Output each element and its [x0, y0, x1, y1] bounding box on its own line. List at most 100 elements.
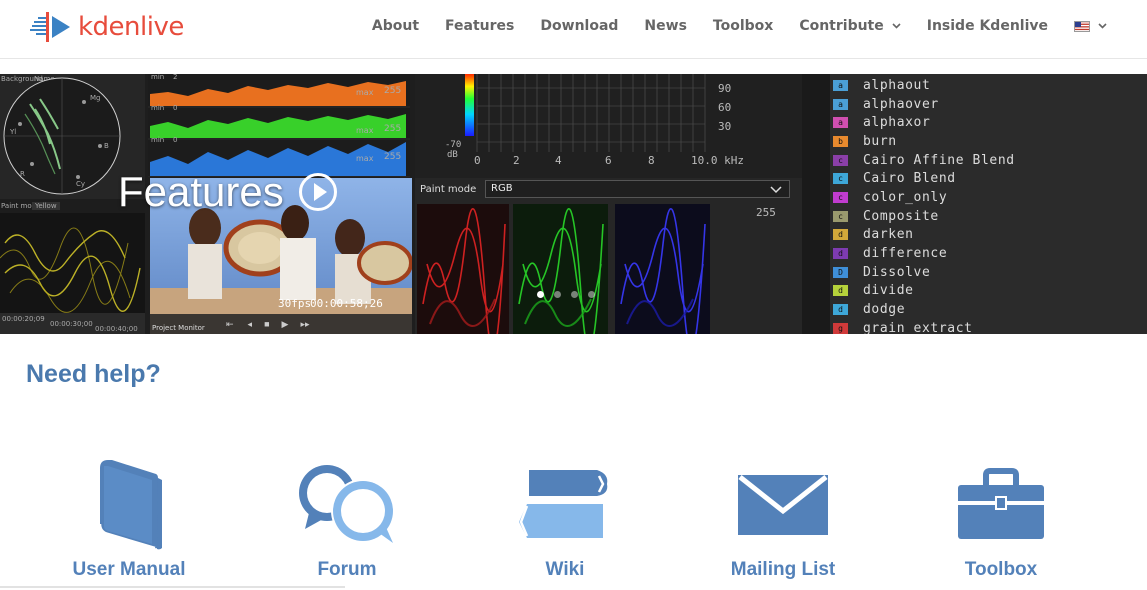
slider-dot-4[interactable]: [588, 291, 595, 298]
list-item[interactable]: d dodge: [830, 300, 1147, 319]
histogram-max-value-2: 255: [384, 124, 402, 134]
help-mailing-list-label: Mailing List: [730, 559, 836, 580]
list-item[interactable]: c Cairo Blend: [830, 169, 1147, 188]
vectorscope-cy-label: Cy: [76, 180, 86, 188]
slider-dot-3[interactable]: [571, 291, 578, 298]
list-item[interactable]: b burn: [830, 132, 1147, 151]
main-nav: About Features Download News Toolbox Con…: [346, 0, 1107, 52]
waveform-graph: [0, 213, 145, 313]
blend-badge: b: [833, 135, 848, 147]
list-item[interactable]: a alphaover: [830, 95, 1147, 114]
kdenlive-logo-icon: [30, 12, 70, 42]
help-section-title: Need help?: [26, 360, 161, 388]
nav-toolbox[interactable]: Toolbox: [713, 18, 773, 34]
blend-badge: g: [833, 322, 848, 334]
blend-name: Cairo Affine Blend: [863, 152, 1015, 168]
chat-bubbles-icon: [299, 465, 395, 543]
timeline-ruler: 00:00:20;09 00:00:30;00 00:00:40;00: [0, 313, 145, 334]
nav-contribute[interactable]: Contribute: [799, 18, 901, 34]
blend-name: darken: [863, 227, 914, 243]
list-item[interactable]: a alphaxor: [830, 113, 1147, 132]
nav-toolbox-label: Toolbox: [712, 18, 774, 34]
nav-news-label: News: [644, 18, 687, 34]
histogram-max-value: 255: [384, 86, 402, 96]
vectorscope-r-label: R: [20, 170, 25, 178]
rewind-icon[interactable]: ⇤: [226, 319, 234, 330]
nav-news[interactable]: News: [644, 18, 686, 34]
previous-frame-icon[interactable]: ◂: [248, 319, 253, 330]
histogram-min-label: min: [151, 74, 165, 81]
hero-features-link[interactable]: Features: [118, 168, 338, 216]
forward-icon[interactable]: ▸▸: [300, 319, 309, 330]
timecode-2: 00:00:30;00: [50, 320, 93, 328]
blend-name: divide: [863, 283, 914, 299]
nav-features[interactable]: Features: [445, 18, 514, 34]
blend-badge: a: [833, 117, 848, 129]
blend-badge: d: [833, 248, 848, 260]
blend-badge: D: [833, 266, 848, 278]
rgb-paint-mode-select[interactable]: RGB: [485, 180, 790, 198]
list-item[interactable]: d difference: [830, 244, 1147, 263]
stop-icon[interactable]: ■: [264, 319, 269, 329]
help-toolbox[interactable]: Toolbox: [901, 452, 1101, 581]
histogram-min-value-3: 0: [173, 136, 178, 144]
blend-name: color_only: [863, 189, 948, 205]
list-item[interactable]: a alphaout: [830, 76, 1147, 95]
nav-download[interactable]: Download: [540, 18, 618, 34]
list-item[interactable]: D Dissolve: [830, 263, 1147, 282]
db-unit: dB: [447, 150, 458, 160]
rgb-parade-panel: Paint mode RGB 255: [415, 178, 802, 334]
logo-wordmark: kdenlive: [78, 12, 184, 42]
list-item[interactable]: c Composite: [830, 207, 1147, 226]
freq-tick-2: 2: [513, 154, 520, 167]
help-toolbox-label: Toolbox: [964, 559, 1038, 580]
blend-name: burn: [863, 133, 897, 149]
chevron-down-icon: [1098, 23, 1107, 29]
rgb-paint-mode-label: Paint mode: [420, 184, 477, 195]
list-item[interactable]: d darken: [830, 226, 1147, 245]
help-forum[interactable]: Forum: [247, 452, 447, 581]
histogram-min-value: 2: [173, 74, 178, 81]
help-wiki[interactable]: Wiki: [465, 452, 665, 581]
nav-inside-kdenlive-label: Inside Kdenlive: [926, 18, 1048, 34]
nav-contribute-label: Contribute: [799, 18, 884, 34]
freq-tick-8: 8: [648, 154, 655, 167]
histogram-max-label: max: [356, 88, 374, 97]
play-circle-icon: [298, 173, 337, 211]
histogram-min-label-3: min: [151, 136, 165, 144]
blend-badge: c: [833, 173, 848, 185]
histogram-max-label-2: max: [356, 126, 374, 135]
horizontal-scrollbar[interactable]: [0, 586, 345, 588]
book-icon: [98, 460, 162, 550]
blend-name: dodge: [863, 302, 906, 318]
blend-badge: d: [833, 229, 848, 241]
list-item[interactable]: c color_only: [830, 188, 1147, 207]
language-selector[interactable]: [1074, 20, 1107, 32]
db-bottom: -70: [445, 140, 462, 150]
list-item[interactable]: g grain_extract: [830, 319, 1147, 334]
blend-badge: c: [833, 210, 848, 222]
help-mailing-list[interactable]: Mailing List: [683, 452, 883, 581]
nav-about[interactable]: About: [372, 18, 419, 34]
project-monitor-tab[interactable]: Project Monitor: [152, 324, 205, 332]
play-icon[interactable]: ▶: [282, 319, 289, 330]
blend-name: alphaover: [863, 96, 939, 112]
help-wiki-label: Wiki: [545, 559, 585, 580]
toolbox-icon: [958, 468, 1044, 539]
hero-slider[interactable]: Background Name Mg B Cy Yl R Paint mode …: [0, 74, 1147, 334]
kdenlive-logo[interactable]: kdenlive: [30, 10, 184, 44]
list-item[interactable]: d divide: [830, 282, 1147, 301]
blend-badge: d: [833, 285, 848, 297]
list-item[interactable]: c Cairo Affine Blend: [830, 151, 1147, 170]
slider-dot-2[interactable]: [554, 291, 561, 298]
help-user-manual-label: User Manual: [72, 559, 186, 580]
db-90: 90: [718, 82, 732, 95]
blend-badge: a: [833, 79, 848, 91]
vectorscope-mg-label: Mg: [90, 94, 101, 102]
hero-title: Features: [118, 168, 284, 215]
nav-inside-kdenlive[interactable]: Inside Kdenlive: [927, 18, 1048, 34]
freq-tick-10khz: 10.0 kHz: [691, 154, 744, 167]
slider-dot-1[interactable]: [537, 291, 544, 298]
help-user-manual[interactable]: User Manual: [29, 452, 229, 581]
blend-modes-list: a alphaout a alphaover a alphaxor b burn c Ca…: [830, 76, 1147, 334]
